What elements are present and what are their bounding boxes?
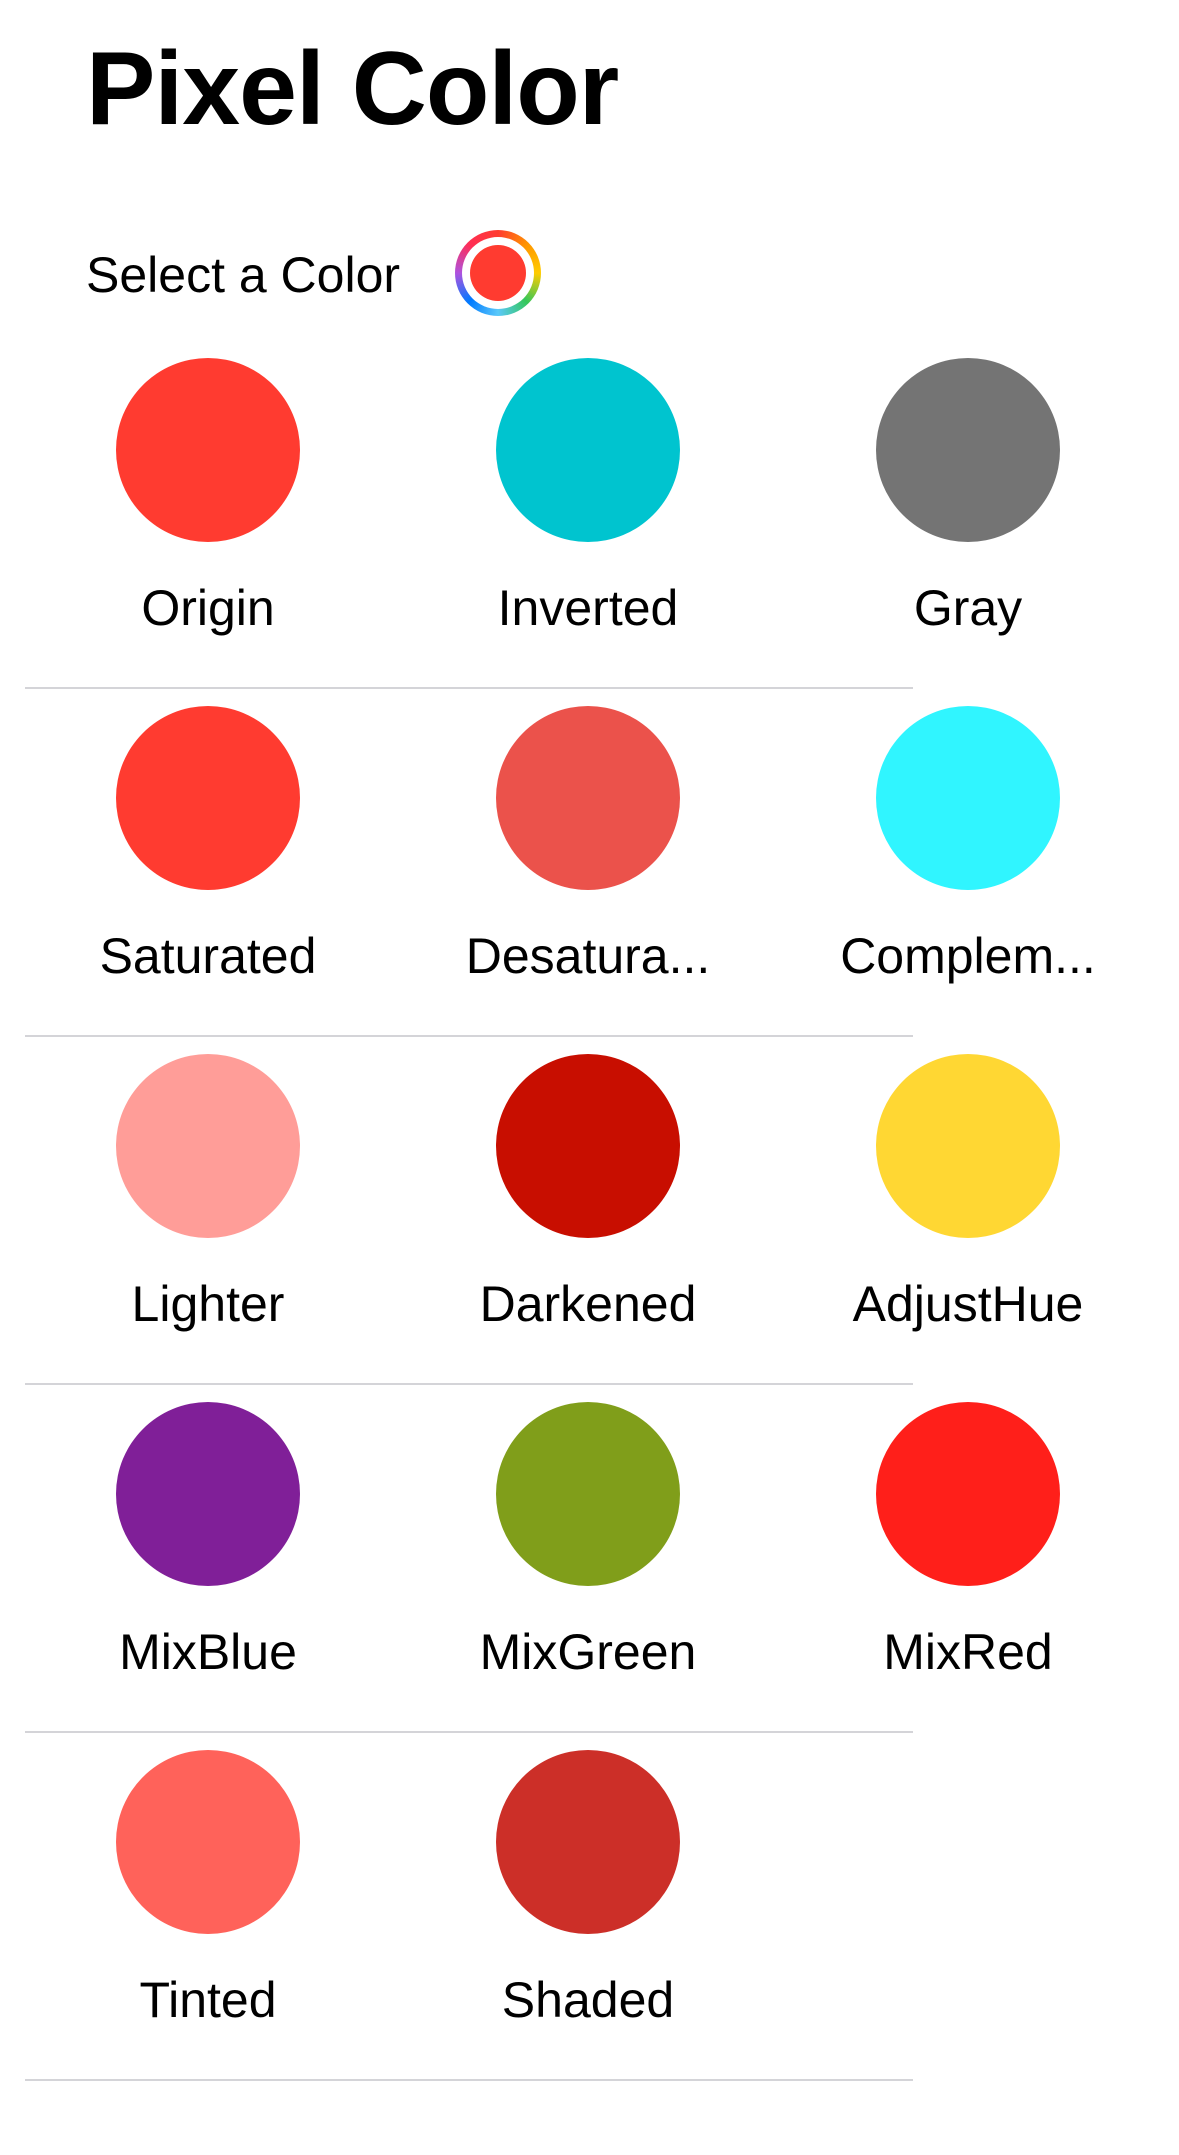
swatch-circle (496, 358, 680, 542)
swatch-circle (116, 1054, 300, 1238)
swatch-origin[interactable]: Origin (18, 348, 398, 678)
row-divider (25, 2079, 913, 2081)
swatch-darkened[interactable]: Darkened (398, 1044, 778, 1374)
swatch-circle (116, 358, 300, 542)
row-divider (25, 1731, 913, 1733)
swatch-desaturated[interactable]: Desatura... (398, 696, 778, 1026)
grid-row: Saturated Desatura... Complem... (0, 696, 1179, 1044)
swatch-shaded[interactable]: Shaded (398, 1740, 778, 2070)
swatch-inverted[interactable]: Inverted (398, 348, 778, 678)
swatch-adjust-hue[interactable]: AdjustHue (778, 1044, 1158, 1374)
row-divider (25, 1035, 913, 1037)
swatch-label: MixBlue (119, 1624, 297, 1680)
swatch-gray[interactable]: Gray (778, 348, 1158, 678)
swatch-circle (876, 1054, 1060, 1238)
swatch-circle (496, 706, 680, 890)
swatch-mix-blue[interactable]: MixBlue (18, 1392, 398, 1722)
page-title: Pixel Color (86, 31, 619, 147)
swatch-circle (876, 1402, 1060, 1586)
color-picker-row: Select a Color (86, 225, 400, 325)
swatch-label: Tinted (139, 1972, 277, 2028)
color-picker-label: Select a Color (86, 247, 401, 303)
swatch-label: MixGreen (479, 1624, 697, 1680)
swatch-circle (496, 1402, 680, 1586)
swatch-tinted[interactable]: Tinted (18, 1740, 398, 2070)
swatch-circle (876, 358, 1060, 542)
swatch-label: AdjustHue (852, 1276, 1084, 1332)
swatch-circle (116, 706, 300, 890)
swatch-circle (876, 706, 1060, 890)
swatch-complementary[interactable]: Complem... (778, 696, 1158, 1026)
selected-color-dot (470, 245, 526, 301)
swatch-circle (496, 1054, 680, 1238)
swatch-label: Shaded (501, 1972, 675, 2028)
swatch-label: Inverted (497, 580, 679, 636)
swatch-circle (496, 1750, 680, 1934)
swatch-label: Darkened (479, 1276, 697, 1332)
row-divider (25, 1383, 913, 1385)
swatch-lighter[interactable]: Lighter (18, 1044, 398, 1374)
grid-row: Origin Inverted Gray (0, 348, 1179, 696)
swatch-circle (116, 1402, 300, 1586)
swatch-label: Gray (913, 580, 1023, 636)
swatch-saturated[interactable]: Saturated (18, 696, 398, 1026)
color-grid: Origin Inverted Gray Saturated Desatura.… (0, 348, 1179, 2088)
swatch-circle (116, 1750, 300, 1934)
swatch-label: Saturated (99, 928, 317, 984)
color-well-button[interactable] (455, 230, 541, 316)
row-divider (25, 687, 913, 689)
swatch-label: Origin (141, 580, 275, 636)
grid-row: Tinted Shaded (0, 1740, 1179, 2088)
swatch-label: Desatura... (465, 928, 711, 984)
grid-row: Lighter Darkened AdjustHue (0, 1044, 1179, 1392)
swatch-mix-red[interactable]: MixRed (778, 1392, 1158, 1722)
grid-row: MixBlue MixGreen MixRed (0, 1392, 1179, 1740)
swatch-label: Lighter (131, 1276, 285, 1332)
swatch-mix-green[interactable]: MixGreen (398, 1392, 778, 1722)
swatch-label: Complem... (840, 928, 1096, 984)
swatch-label: MixRed (883, 1624, 1053, 1680)
